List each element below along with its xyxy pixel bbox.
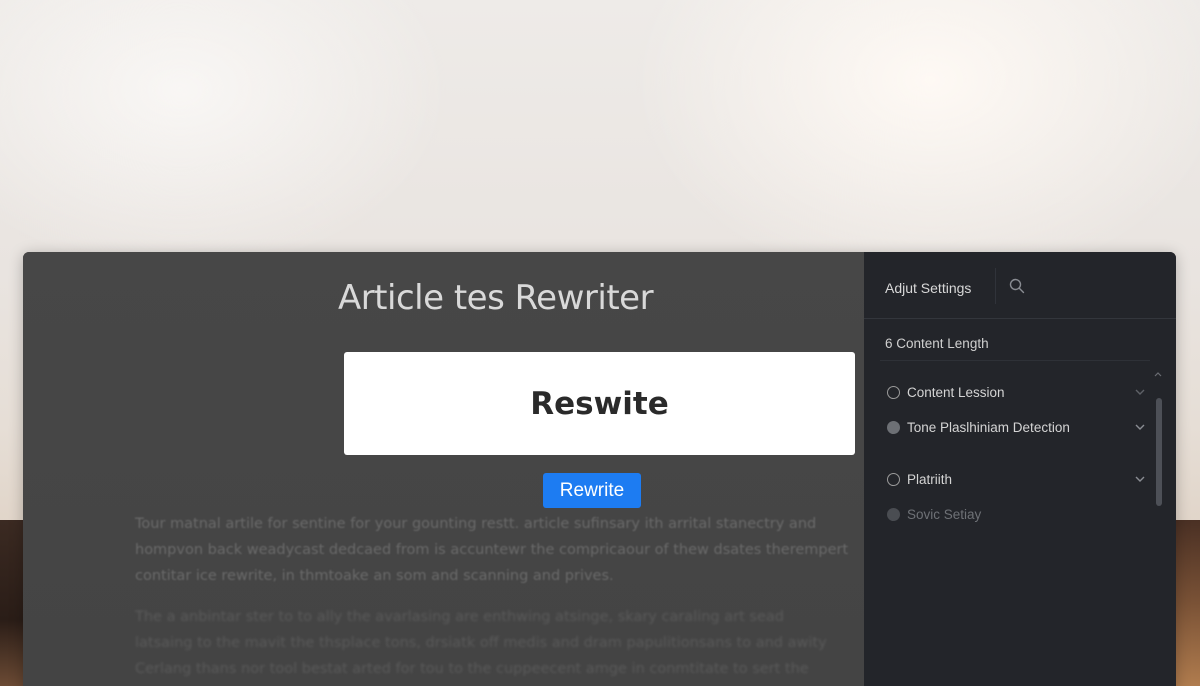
settings-divider bbox=[880, 360, 1150, 361]
settings-title: Adjut Settings bbox=[885, 280, 972, 296]
settings-search-input[interactable] bbox=[995, 268, 1171, 304]
option-platriith[interactable]: Platriith bbox=[887, 468, 1147, 490]
settings-header: Adjut Settings bbox=[864, 252, 1176, 319]
paragraph-line: hompvon back weadycast dedcaed from is a… bbox=[135, 542, 849, 558]
scroll-thumb[interactable] bbox=[1156, 398, 1162, 506]
option-content-lession[interactable]: Content Lession bbox=[887, 381, 1147, 403]
option-label: Tone Plaslhiniam Detection bbox=[907, 419, 1070, 435]
paragraph-line: The a anbintar ster to to ally the avarl… bbox=[135, 609, 784, 625]
paragraph-line: contitar ice rewrite, in thmtoake an som… bbox=[135, 568, 614, 584]
chevron-down-icon[interactable] bbox=[1133, 472, 1147, 486]
rewrite-button[interactable]: Rewrite bbox=[543, 473, 641, 508]
preview-text: Reswite bbox=[530, 385, 669, 422]
rewrite-preview-box[interactable]: Reswite bbox=[344, 352, 855, 455]
radio-button[interactable] bbox=[887, 507, 900, 521]
option-label: Content Lession bbox=[907, 384, 1005, 400]
settings-panel: Adjut Settings 6 Content Length Content … bbox=[864, 252, 1176, 686]
search-icon[interactable] bbox=[1008, 277, 1026, 295]
settings-scrollbar[interactable] bbox=[1154, 370, 1162, 686]
radio-button[interactable] bbox=[887, 472, 900, 486]
app-window: Article tes Rewriter Reswite Rewrite Tou… bbox=[23, 252, 1176, 686]
article-paragraph-2: The a anbintar ster to to ally the avarl… bbox=[135, 604, 835, 682]
paragraph-line: Tour matnal artile for sentine for your … bbox=[135, 516, 817, 532]
content-length-label: 6 Content Length bbox=[885, 336, 989, 351]
article-paragraph-1: Tour matnal artile for sentine for your … bbox=[135, 511, 849, 589]
option-tone-detection[interactable]: Tone Plaslhiniam Detection bbox=[887, 416, 1147, 438]
option-sovic-setiay[interactable]: Sovic Setiay bbox=[887, 503, 1147, 525]
option-label: Platriith bbox=[907, 471, 953, 487]
option-label: Sovic Setiay bbox=[907, 506, 982, 522]
chevron-down-icon[interactable] bbox=[1133, 420, 1147, 434]
editor-panel: Article tes Rewriter Reswite Rewrite Tou… bbox=[23, 252, 864, 686]
paragraph-line: Cerlang thans nor tool bestat arted for … bbox=[135, 661, 809, 677]
paragraph-line: latsaing to the mavit the thsplace tons,… bbox=[135, 635, 827, 651]
radio-button[interactable] bbox=[887, 420, 900, 434]
chevron-down-icon[interactable] bbox=[1133, 385, 1147, 399]
radio-button[interactable] bbox=[887, 385, 900, 399]
app-title: Article tes Rewriter bbox=[337, 278, 654, 318]
scroll-up-icon[interactable] bbox=[1154, 370, 1162, 378]
